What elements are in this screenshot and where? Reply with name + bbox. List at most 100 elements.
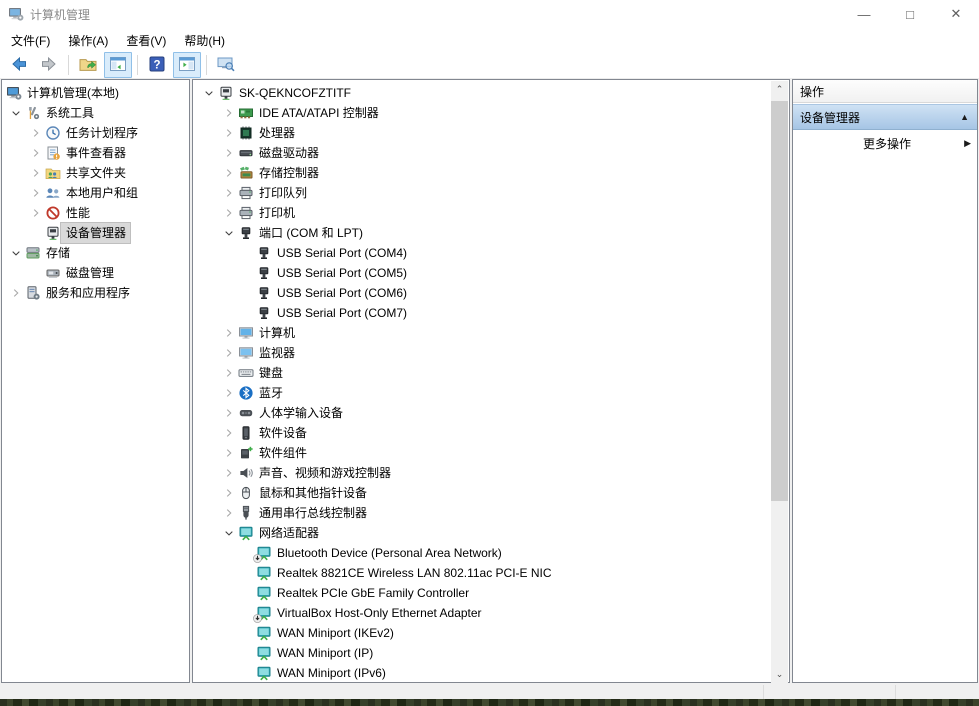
chevron-right-icon[interactable] xyxy=(219,385,238,401)
tree-item-label: 软件组件 xyxy=(254,443,311,463)
tree-item-computers[interactable]: 计算机 xyxy=(193,323,771,343)
chevron-down-icon[interactable] xyxy=(6,105,25,121)
tree-item-bt-pan[interactable]: Bluetooth Device (Personal Area Network) xyxy=(193,543,771,563)
chevron-right-icon[interactable] xyxy=(219,485,238,501)
tree-item-label: 任务计划程序 xyxy=(61,123,142,143)
chevron-right-icon[interactable] xyxy=(26,165,45,181)
chevron-down-icon[interactable] xyxy=(219,525,238,541)
scrollbar-up-button[interactable]: ⌃ xyxy=(771,81,788,98)
tree-item-system-tools[interactable]: 系统工具 xyxy=(2,103,189,123)
tree-item-hid-devices[interactable]: 人体学输入设备 xyxy=(193,403,771,423)
minimize-button[interactable]: — xyxy=(841,0,887,28)
chevron-down-icon[interactable] xyxy=(199,85,218,101)
tree-item-realtek-wireless[interactable]: Realtek 8821CE Wireless LAN 802.11ac PCI… xyxy=(193,563,771,583)
collapse-arrow-icon[interactable]: ▲ xyxy=(960,112,969,122)
usb-icon xyxy=(238,505,254,521)
vertical-scrollbar[interactable]: ⌃ ⌄ xyxy=(771,81,788,683)
tree-item-task-scheduler[interactable]: 任务计划程序 xyxy=(2,123,189,143)
tree-item-performance[interactable]: 性能 xyxy=(2,203,189,223)
back-button[interactable] xyxy=(5,52,33,78)
chevron-right-icon[interactable] xyxy=(219,105,238,121)
tree-item-disk-drives[interactable]: 磁盘驱动器 xyxy=(193,143,771,163)
action-pane-toggle-button[interactable] xyxy=(173,52,201,78)
computer-icon xyxy=(238,325,254,341)
chevron-down-icon[interactable] xyxy=(219,225,238,241)
tree-item-usb-serial-com7[interactable]: USB Serial Port (COM7) xyxy=(193,303,771,323)
tree-item-local-users-groups[interactable]: 本地用户和组 xyxy=(2,183,189,203)
maximize-button[interactable]: □ xyxy=(887,0,933,28)
menu-view[interactable]: 查看(V) xyxy=(117,29,175,52)
chevron-right-icon[interactable] xyxy=(219,365,238,381)
chevron-right-icon[interactable] xyxy=(219,465,238,481)
tree-item-disk-management[interactable]: 磁盘管理 xyxy=(2,263,189,283)
expander-blank xyxy=(237,245,256,261)
tree-item-storage[interactable]: 存储 xyxy=(2,243,189,263)
tree-item-sound-controllers[interactable]: 声音、视频和游戏控制器 xyxy=(193,463,771,483)
tree-item-ide-controllers[interactable]: IDE ATA/ATAPI 控制器 xyxy=(193,103,771,123)
chevron-right-icon[interactable] xyxy=(26,185,45,201)
tree-item-usb-serial-com5[interactable]: USB Serial Port (COM5) xyxy=(193,263,771,283)
tree-item-software-components[interactable]: 软件组件 xyxy=(193,443,771,463)
tree-item-software-devices[interactable]: 软件设备 xyxy=(193,423,771,443)
tree-item-services-applications[interactable]: 服务和应用程序 xyxy=(2,283,189,303)
tree-item-usb-controllers[interactable]: 通用串行总线控制器 xyxy=(193,503,771,523)
chevron-right-icon[interactable] xyxy=(219,345,238,361)
chevron-right-icon[interactable] xyxy=(26,125,45,141)
tree-item-storage-controllers[interactable]: 存储控制器 xyxy=(193,163,771,183)
tree-item-wan-ipv6[interactable]: WAN Miniport (IPv6) xyxy=(193,663,771,683)
scrollbar-down-button[interactable]: ⌄ xyxy=(771,666,788,683)
actions-section-device-manager[interactable]: 设备管理器 ▲ xyxy=(793,104,977,130)
tree-item-keyboards[interactable]: 键盘 xyxy=(193,363,771,383)
tree-item-label: 声音、视频和游戏控制器 xyxy=(254,463,395,483)
chevron-right-icon[interactable] xyxy=(219,125,238,141)
forward-button[interactable] xyxy=(35,52,63,78)
menu-action[interactable]: 操作(A) xyxy=(59,29,117,52)
menu-file[interactable]: 文件(F) xyxy=(2,29,59,52)
tree-item-wan-ip[interactable]: WAN Miniport (IP) xyxy=(193,643,771,663)
chevron-right-icon[interactable] xyxy=(219,405,238,421)
up-level-button[interactable] xyxy=(74,52,102,78)
tree-item-label: VirtualBox Host-Only Ethernet Adapter xyxy=(272,605,486,622)
menu-help[interactable]: 帮助(H) xyxy=(175,29,234,52)
chevron-right-icon[interactable] xyxy=(219,425,238,441)
chevron-right-icon[interactable] xyxy=(219,205,238,221)
chevron-right-icon[interactable] xyxy=(219,445,238,461)
chevron-right-icon[interactable] xyxy=(219,505,238,521)
chevron-right-icon[interactable] xyxy=(219,165,238,181)
scrollbar-thumb[interactable] xyxy=(771,101,788,501)
tree-item-bluetooth[interactable]: 蓝牙 xyxy=(193,383,771,403)
tree-item-label: 本地用户和组 xyxy=(61,183,142,203)
console-tree-toggle-button[interactable] xyxy=(104,52,132,78)
tree-item-label: USB Serial Port (COM6) xyxy=(272,285,411,302)
chevron-right-icon[interactable] xyxy=(6,285,25,301)
tree-item-usb-serial-com4[interactable]: USB Serial Port (COM4) xyxy=(193,243,771,263)
tree-item-event-viewer[interactable]: 事件查看器 xyxy=(2,143,189,163)
tree-item-monitors[interactable]: 监视器 xyxy=(193,343,771,363)
tree-item-mice-pointing[interactable]: 鼠标和其他指针设备 xyxy=(193,483,771,503)
tree-item-wan-ikev2[interactable]: WAN Miniport (IKEv2) xyxy=(193,623,771,643)
chevron-down-icon[interactable] xyxy=(6,245,25,261)
tree-item-realtek-gbe[interactable]: Realtek PCIe GbE Family Controller xyxy=(193,583,771,603)
tree-item-device-manager[interactable]: 设备管理器 xyxy=(2,223,189,243)
title-bar: 计算机管理 — □ ✕ xyxy=(0,0,979,28)
chevron-right-icon[interactable] xyxy=(219,185,238,201)
chevron-right-icon[interactable] xyxy=(26,205,45,221)
tree-item-printers[interactable]: 打印机 xyxy=(193,203,771,223)
tree-item-ports-com-lpt[interactable]: 端口 (COM 和 LPT) xyxy=(193,223,771,243)
tree-item-root-computer[interactable]: SK-QEKNCOFZTITF xyxy=(193,83,771,103)
more-actions-item[interactable]: 更多操作 ▶ xyxy=(793,130,977,156)
chevron-right-icon[interactable] xyxy=(26,145,45,161)
tree-item-usb-serial-com6[interactable]: USB Serial Port (COM6) xyxy=(193,283,771,303)
tree-item-label: 鼠标和其他指针设备 xyxy=(254,483,371,503)
tree-item-processors[interactable]: 处理器 xyxy=(193,123,771,143)
chevron-right-icon[interactable] xyxy=(219,325,238,341)
tree-item-virtualbox-adapter[interactable]: VirtualBox Host-Only Ethernet Adapter xyxy=(193,603,771,623)
close-button[interactable]: ✕ xyxy=(933,0,979,28)
tree-item-print-queues[interactable]: 打印队列 xyxy=(193,183,771,203)
tree-item-shared-folders[interactable]: 共享文件夹 xyxy=(2,163,189,183)
tree-item-network-adapters[interactable]: 网络适配器 xyxy=(193,523,771,543)
help-button[interactable]: ? xyxy=(143,52,171,78)
scan-hardware-button[interactable] xyxy=(212,52,240,78)
chevron-right-icon[interactable] xyxy=(219,145,238,161)
tree-item-computer-management-root[interactable]: 计算机管理(本地) xyxy=(2,83,189,103)
